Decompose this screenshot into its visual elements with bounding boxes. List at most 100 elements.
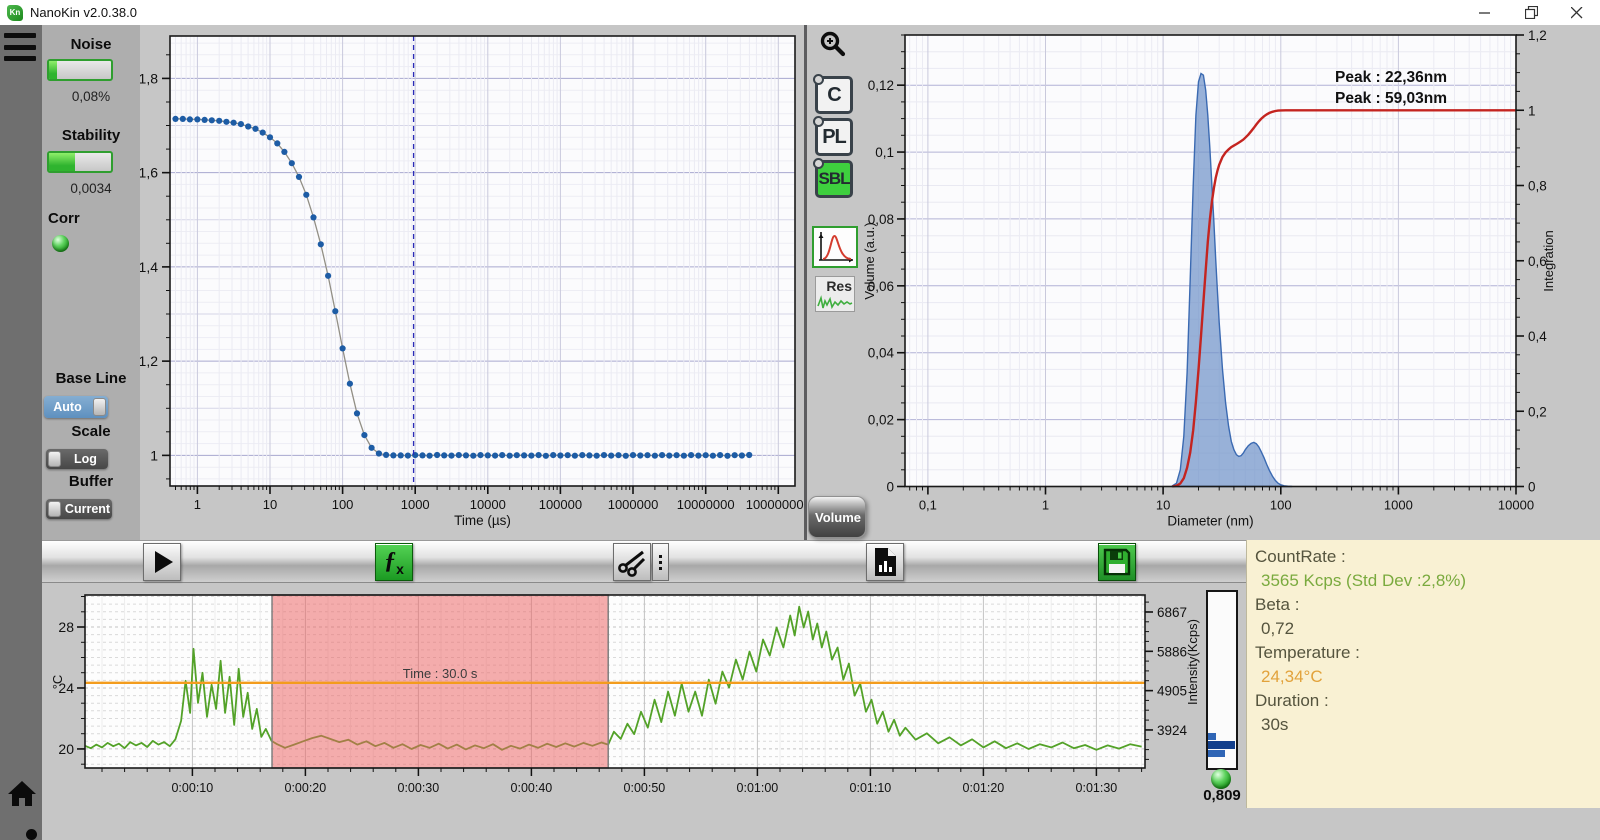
svg-text:°C: °C [50, 675, 65, 690]
zoom-plus-icon[interactable] [818, 30, 848, 60]
svg-text:10: 10 [1156, 498, 1170, 513]
report-button[interactable] [866, 543, 904, 581]
app-logo-icon: Kn [7, 5, 23, 21]
svg-text:0:01:30: 0:01:30 [1076, 781, 1118, 795]
noise-meter [47, 59, 113, 81]
residuals-trace-icon [817, 292, 853, 310]
svg-text:100000000: 100000000 [746, 497, 805, 512]
home-icon[interactable] [5, 777, 39, 809]
svg-text:Intensity(Kcps): Intensity(Kcps) [1185, 619, 1200, 705]
svg-text:1000: 1000 [1384, 498, 1413, 513]
volume-mode-button[interactable]: Volume [808, 496, 866, 538]
radio-dot-icon [813, 116, 824, 127]
svg-text:100000: 100000 [539, 497, 582, 512]
svg-text:0,02: 0,02 [868, 413, 894, 428]
scale-toggle[interactable]: Log [46, 449, 108, 469]
svg-text:28: 28 [58, 619, 74, 635]
correlogram-view-button[interactable]: C [815, 76, 853, 114]
svg-text:Time : 30.0 s: Time : 30.0 s [403, 666, 478, 681]
restore-icon[interactable] [1508, 0, 1554, 25]
residuals-view-button[interactable]: Res [815, 276, 855, 312]
svg-text:Volume (a.u.): Volume (a.u.) [862, 222, 877, 299]
svg-text:0: 0 [886, 480, 894, 495]
correlogram-view-label: C [827, 84, 840, 107]
cut-button[interactable] [613, 543, 651, 581]
svg-text:100: 100 [1270, 498, 1292, 513]
noise-meter-fill [49, 61, 57, 79]
info-value: 3565 Kcps (Std Dev :2,8%) [1255, 569, 1600, 593]
scale-toggle-label: Log [63, 452, 108, 466]
bottom-toolbar: ƒx [42, 540, 1246, 583]
peak-chart-icon [814, 228, 856, 266]
app-logo-text: Kn [10, 8, 21, 17]
baseline-toggle-label: Auto [44, 400, 91, 414]
size-distribution-chart[interactable]: 00,020,040,060,080,10,1200,20,40,60,811,… [858, 26, 1600, 538]
corr-led-icon [52, 235, 69, 252]
svg-text:1000: 1000 [401, 497, 430, 512]
left-rail [0, 25, 42, 840]
svg-text:0,4: 0,4 [1528, 329, 1547, 344]
info-value: 30s [1255, 713, 1600, 737]
svg-text:Integration: Integration [1541, 230, 1556, 291]
svg-text:1: 1 [1042, 498, 1049, 513]
save-button[interactable] [1098, 543, 1136, 581]
svg-text:Peak : 59,03nm: Peak : 59,03nm [1335, 90, 1447, 107]
svg-text:1,4: 1,4 [139, 259, 159, 275]
monitor-chart[interactable]: Time : 30.0 s0:00:100:00:200:00:300:00:4… [42, 584, 1206, 810]
info-label: Temperature : [1255, 641, 1600, 665]
svg-text:Time (µs): Time (µs) [454, 513, 511, 528]
svg-text:0: 0 [1528, 480, 1536, 495]
svg-text:100: 100 [332, 497, 354, 512]
histogram-bar [1208, 733, 1216, 740]
svg-text:1: 1 [150, 447, 158, 463]
radio-dot-icon [813, 158, 824, 169]
window-title: NanoKin v2.0.38.0 [30, 5, 137, 20]
titlebar: Kn NanoKin v2.0.38.0 [0, 0, 1600, 25]
distribution-view-button[interactable] [812, 226, 858, 268]
svg-text:1,6: 1,6 [139, 165, 159, 181]
svg-text:10000000: 10000000 [677, 497, 735, 512]
panel-splitter[interactable] [804, 25, 807, 540]
stability-meter-fill [49, 153, 75, 171]
svg-text:0:00:20: 0:00:20 [285, 781, 327, 795]
svg-text:0,8: 0,8 [1528, 179, 1547, 194]
close-icon[interactable] [1554, 0, 1600, 25]
info-value: 24,34°C [1255, 665, 1600, 689]
baseline-toggle[interactable]: Auto [44, 396, 108, 418]
svg-text:1: 1 [194, 497, 201, 512]
baseline-toggle-knob [93, 398, 106, 416]
fit-function-button[interactable]: ƒx [375, 543, 413, 581]
svg-text:1: 1 [1528, 103, 1536, 118]
menu-icon[interactable] [4, 33, 36, 61]
svg-text:0,12: 0,12 [868, 78, 894, 93]
buffer-toggle-knob [48, 501, 61, 517]
report-file-icon [872, 547, 898, 577]
pl-view-label: PL [822, 126, 846, 149]
play-icon [155, 551, 173, 573]
svg-text:1,2: 1,2 [1528, 28, 1547, 43]
correlogram-chart[interactable]: 11,21,41,61,8110100100010000100000100000… [100, 26, 805, 538]
info-panel-rows: CountRate :3565 Kcps (Std Dev :2,8%)Beta… [1255, 545, 1600, 737]
radio-dot-icon [813, 74, 824, 85]
cut-options-button[interactable] [652, 543, 669, 581]
status-led-icon [1211, 769, 1231, 789]
svg-text:0:00:50: 0:00:50 [624, 781, 666, 795]
save-floppy-icon [1103, 548, 1131, 576]
svg-text:0,04: 0,04 [868, 346, 895, 361]
pl-view-button[interactable]: PL [815, 118, 853, 156]
info-panel: CountRate :3565 Kcps (Std Dev :2,8%)Beta… [1246, 540, 1600, 808]
buffer-toggle[interactable]: Current [46, 499, 112, 519]
play-button[interactable] [143, 543, 181, 581]
histogram-bar [1208, 741, 1235, 749]
fx-icon: ƒx [384, 549, 404, 576]
minimize-icon[interactable] [1462, 0, 1508, 25]
noise-value: 0,08% [42, 89, 140, 104]
sbl-view-button[interactable]: SBL [815, 160, 853, 198]
rail-dot-icon [26, 829, 37, 840]
svg-text:0:01:10: 0:01:10 [850, 781, 892, 795]
stability-meter [47, 151, 113, 173]
sbl-view-label: SBL [819, 169, 850, 189]
svg-text:1,2: 1,2 [139, 353, 159, 369]
info-value: 0,72 [1255, 617, 1600, 641]
scissors-icon [617, 547, 647, 577]
